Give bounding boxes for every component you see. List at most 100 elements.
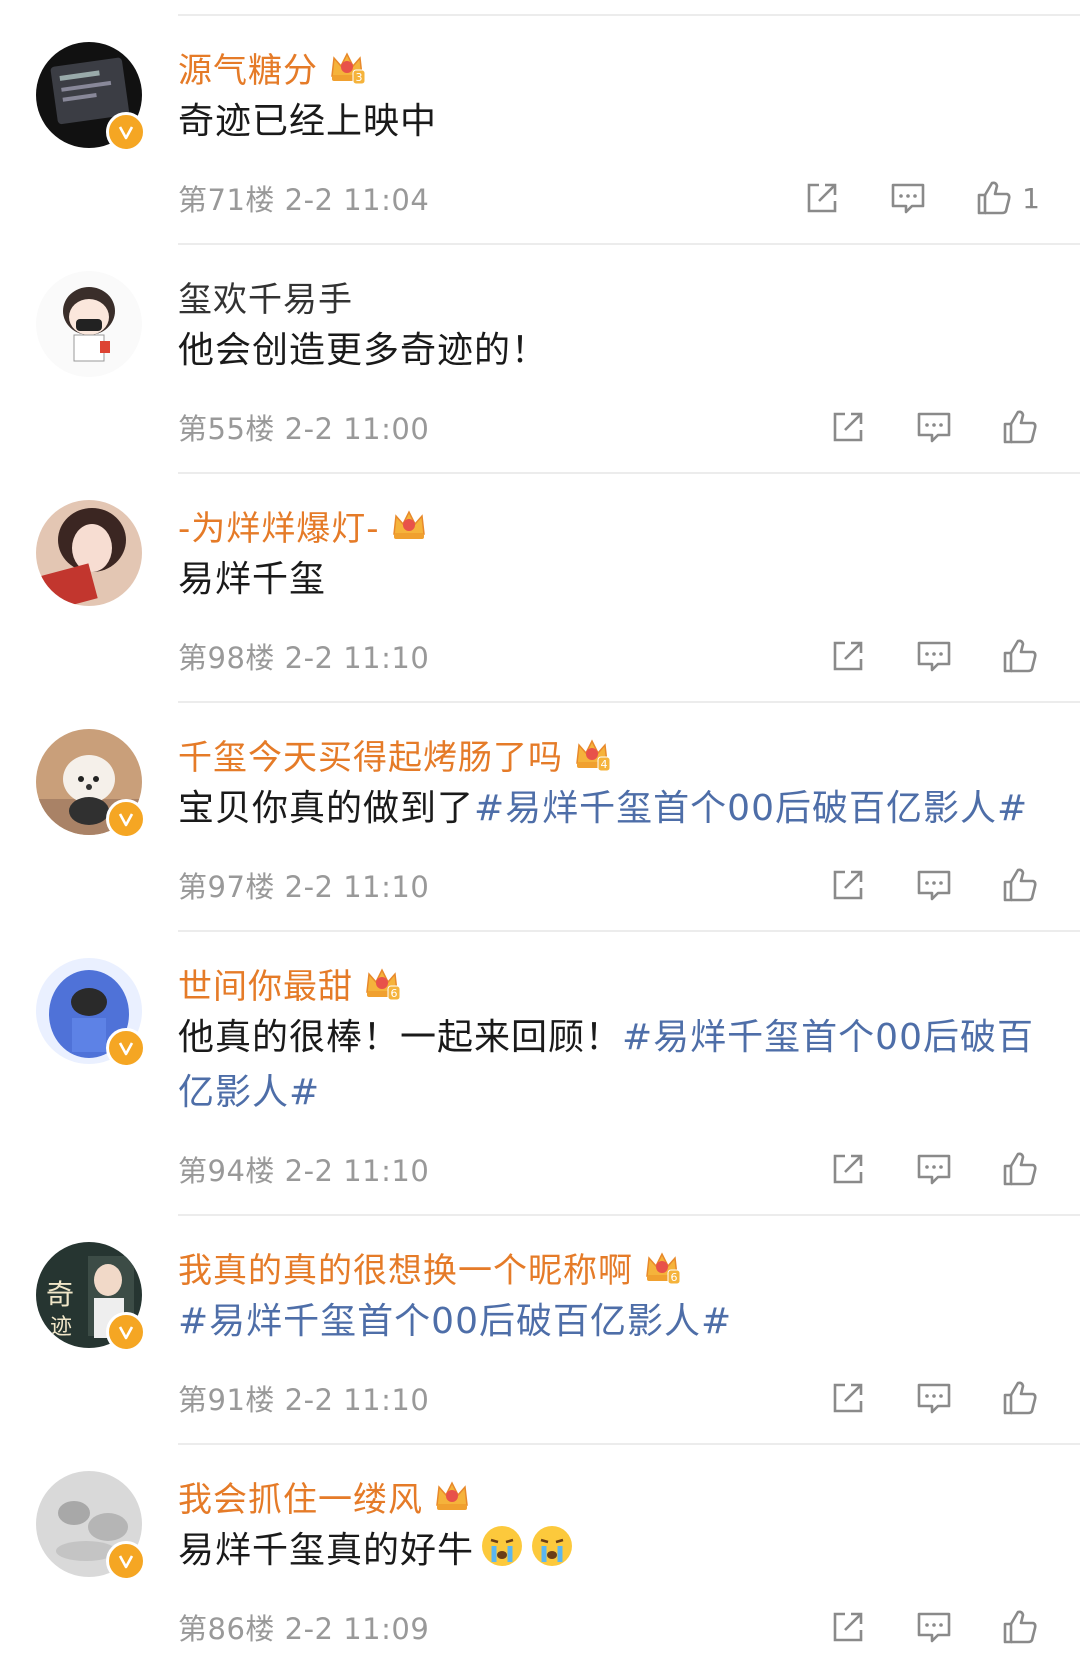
share-button[interactable] [828, 1607, 868, 1647]
comment-icon [917, 1383, 951, 1414]
comment-content: 奇迹已经上映中 [178, 94, 1040, 149]
comment-actions [828, 636, 1040, 676]
svg-text:6: 6 [671, 1271, 678, 1284]
username-link[interactable]: 我真的真的很想换一个昵称啊 [178, 1243, 633, 1292]
comment-item: 奇迹我真的真的很想换一个昵称啊 6 #易烊千玺首个00后破百亿影人# 第91楼 2-2… [36, 1216, 1080, 1445]
crown-member-icon [392, 510, 425, 539]
comment-content: 易烊千玺 [178, 552, 1040, 607]
thumbs-up-icon [1003, 1152, 1037, 1186]
comment-icon [917, 412, 951, 443]
comment-content: 他会创造更多奇迹的！ [178, 323, 1040, 378]
comment-actions [828, 1149, 1040, 1189]
share-icon [833, 870, 863, 900]
comment-actions [828, 407, 1040, 447]
comment-item: 玺欢千易手他会创造更多奇迹的！ 第55楼 2-2 11:00 [36, 245, 1080, 474]
crown-member-icon: 4 [576, 739, 611, 772]
like-count: 1 [1022, 181, 1040, 215]
timestamp: 2-2 11:10 [284, 1383, 430, 1417]
reply-button[interactable] [914, 865, 954, 905]
comment-item: -为烊烊爆灯- 易烊千玺第98楼 2-2 11:10 [36, 474, 1080, 703]
comment-item: 世间你最甜 6 他真的很棒！一起来回顾！#易烊千玺首个00后破百亿影人# 第94楼 2… [36, 932, 1080, 1216]
thumbs-up-icon [1003, 639, 1037, 673]
comment-meta: 第91楼 2-2 11:10 [178, 1377, 429, 1419]
like-button[interactable] [1000, 865, 1040, 905]
comment-meta: 第97楼 2-2 11:10 [178, 864, 429, 906]
comment-content: #易烊千玺首个00后破百亿影人# [178, 1294, 1040, 1349]
avatar[interactable] [36, 500, 142, 606]
timestamp: 2-2 11:10 [284, 641, 430, 675]
thumbs-up-icon [1003, 1610, 1037, 1644]
share-button[interactable] [828, 1149, 868, 1189]
avatar[interactable] [36, 729, 146, 839]
avatar[interactable] [36, 1471, 146, 1581]
comment-meta: 第55楼 2-2 11:00 [178, 406, 429, 448]
hashtag-link[interactable]: #易烊千玺首个00后破百亿影人# [474, 788, 1028, 829]
share-icon [833, 1612, 863, 1642]
share-icon [833, 412, 863, 442]
share-icon [833, 1154, 863, 1184]
username-link[interactable]: -为烊烊爆灯- [178, 501, 380, 550]
verified-badge-icon [106, 1028, 146, 1068]
share-button[interactable] [828, 865, 868, 905]
thumbs-up-icon [977, 181, 1011, 215]
comment-icon [917, 1612, 951, 1643]
like-button[interactable]: 1 [974, 178, 1040, 218]
crying-emoji-icon [482, 1526, 523, 1566]
hashtag-link[interactable]: #易烊千玺首个00后破百亿影人# [178, 1301, 732, 1342]
reply-button[interactable] [888, 178, 928, 218]
comment-text: 易烊千玺 [178, 559, 327, 600]
username-link[interactable]: 世间你最甜 [178, 959, 353, 1008]
crown-member-icon [436, 1481, 468, 1510]
comment-icon [917, 1154, 951, 1185]
like-button[interactable] [1000, 407, 1040, 447]
reply-button[interactable] [914, 1607, 954, 1647]
thumbs-up-icon [1003, 868, 1037, 902]
crown-member-icon: 3 [331, 52, 366, 85]
reply-button[interactable] [914, 636, 954, 676]
comment-icon [917, 870, 951, 901]
svg-text:迹: 迹 [50, 1315, 72, 1340]
share-button[interactable] [828, 636, 868, 676]
like-button[interactable] [1000, 1149, 1040, 1189]
avatar[interactable] [36, 958, 146, 1068]
thumbs-up-icon [1003, 1381, 1037, 1415]
floor-number: 第98楼 [178, 641, 275, 675]
thumbs-up-icon [1003, 410, 1037, 444]
floor-number: 第86楼 [178, 1612, 275, 1646]
like-button[interactable] [1000, 636, 1040, 676]
username-link[interactable]: 千玺今天买得起烤肠了吗 [178, 730, 563, 779]
share-button[interactable] [802, 178, 842, 218]
crying-emoji-icon [532, 1526, 573, 1566]
comment-text: 他会创造更多奇迹的！ [178, 330, 549, 371]
reply-button[interactable] [914, 1149, 954, 1189]
floor-number: 第94楼 [178, 1154, 275, 1188]
avatar[interactable] [36, 271, 142, 377]
reply-button[interactable] [914, 407, 954, 447]
username-link[interactable]: 源气糖分 [178, 43, 318, 92]
reply-button[interactable] [914, 1378, 954, 1418]
share-button[interactable] [828, 1378, 868, 1418]
floor-number: 第55楼 [178, 412, 275, 446]
timestamp: 2-2 11:10 [284, 870, 430, 904]
svg-text:奇: 奇 [46, 1278, 74, 1311]
username-link[interactable]: 玺欢千易手 [178, 272, 353, 321]
crown-member-icon: 6 [366, 968, 401, 1001]
svg-text:3: 3 [356, 71, 363, 84]
floor-number: 第97楼 [178, 870, 275, 904]
comment-content: 宝贝你真的做到了#易烊千玺首个00后破百亿影人# [178, 781, 1040, 836]
comment-item: 我会抓住一缕风 易烊千玺真的好牛 第86楼 2-2 11:09 [36, 1445, 1080, 1672]
comment-text: 奇迹已经上映中 [178, 101, 438, 142]
comment-content: 易烊千玺真的好牛 [178, 1523, 1040, 1578]
share-icon [807, 183, 837, 213]
like-button[interactable] [1000, 1378, 1040, 1418]
avatar[interactable]: 奇迹 [36, 1242, 146, 1352]
timestamp: 2-2 11:10 [284, 1154, 430, 1188]
like-button[interactable] [1000, 1607, 1040, 1647]
username-link[interactable]: 我会抓住一缕风 [178, 1472, 423, 1521]
comment-item: 千玺今天买得起烤肠了吗 4 宝贝你真的做到了#易烊千玺首个00后破百亿影人# 第97楼… [36, 703, 1080, 932]
share-button[interactable] [828, 407, 868, 447]
share-icon [833, 641, 863, 671]
avatar[interactable] [36, 42, 146, 152]
comment-icon [917, 641, 951, 672]
comment-text: 易烊千玺真的好牛 [178, 1530, 475, 1571]
